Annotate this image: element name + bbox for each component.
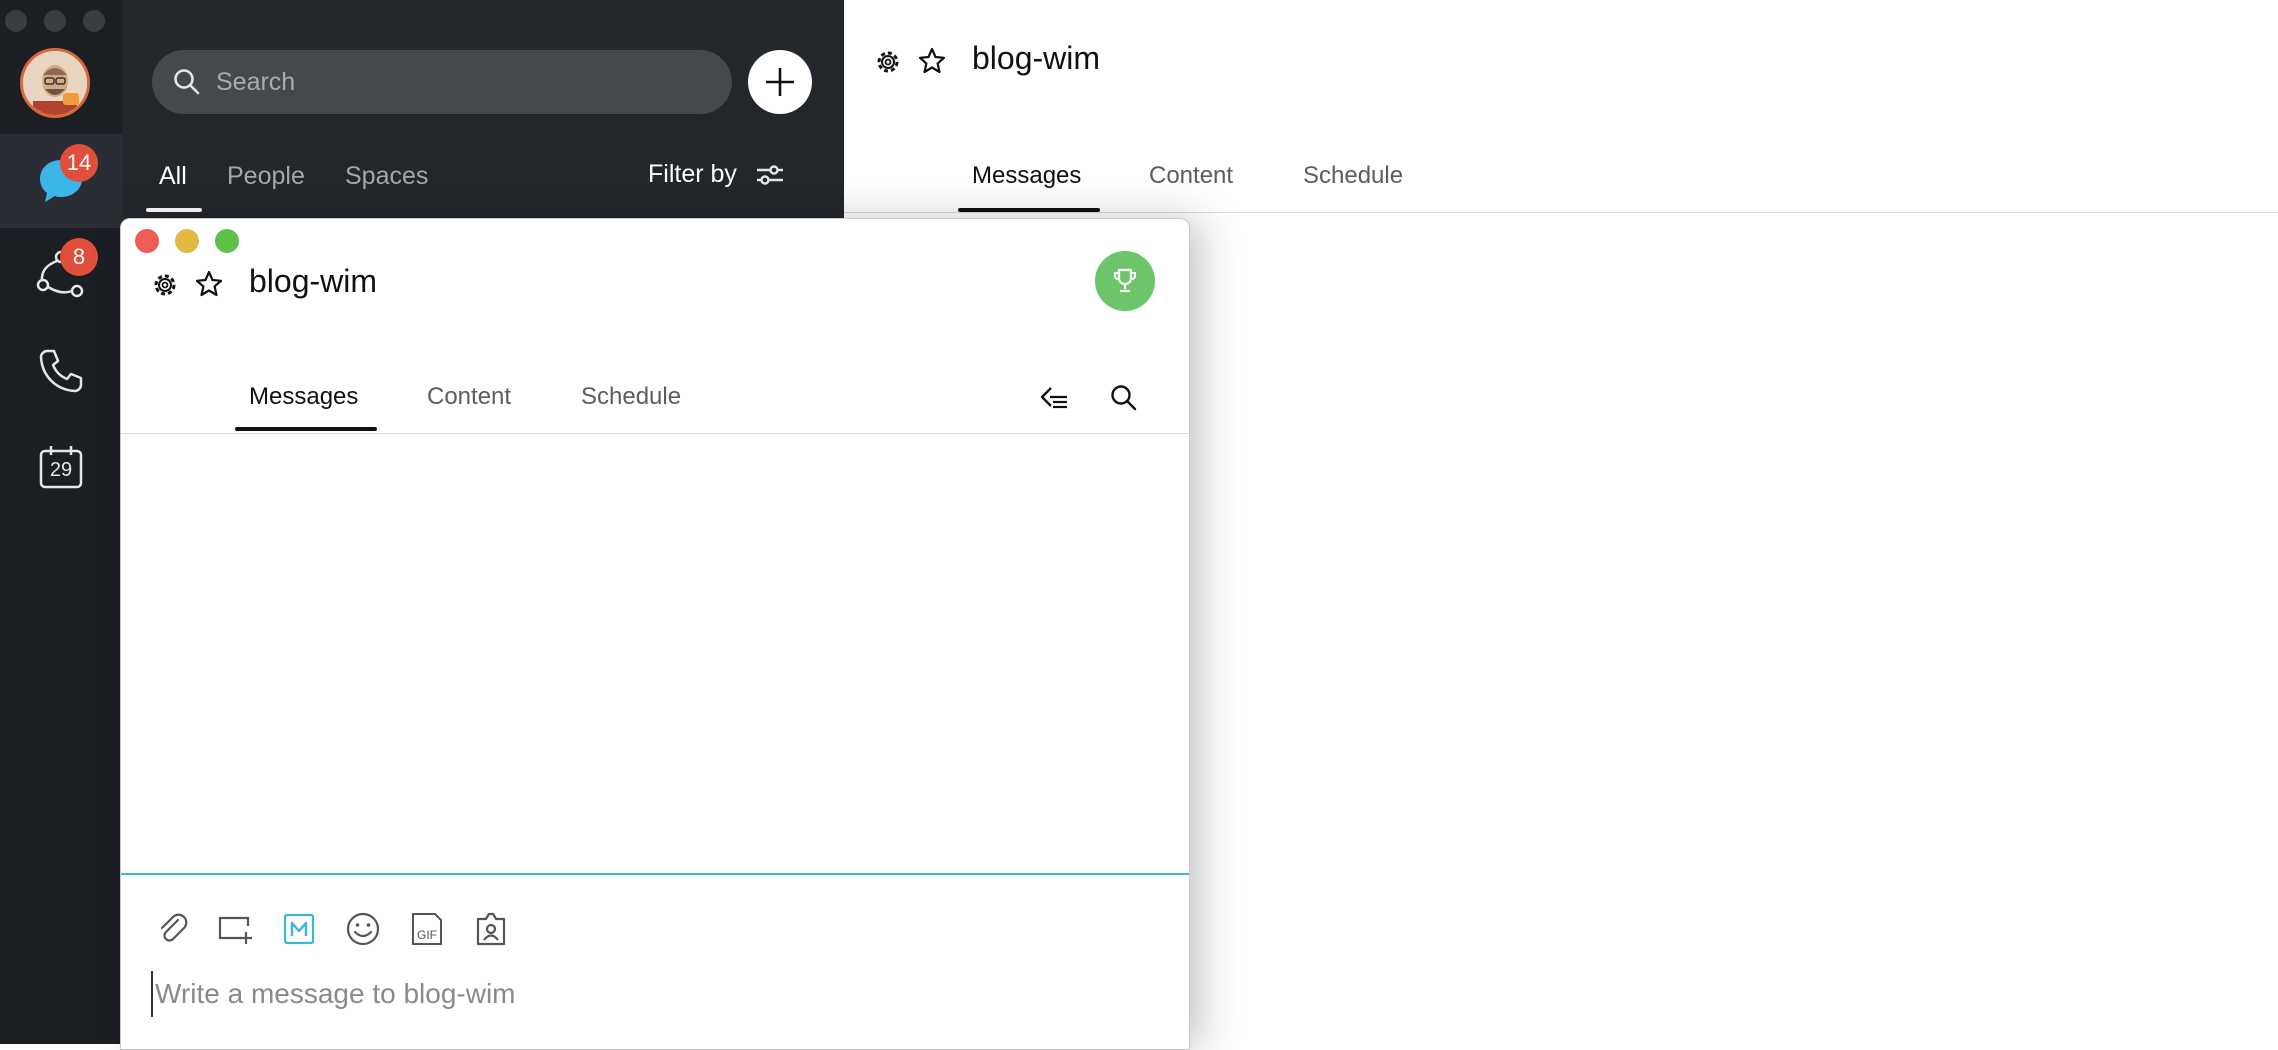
attach-icon	[160, 913, 188, 942]
rail-item-teams[interactable]: 8	[0, 228, 122, 322]
composer-divider	[121, 873, 1189, 875]
search-icon	[174, 69, 200, 95]
trophy-button[interactable]	[1095, 251, 1155, 311]
window-close-button[interactable]	[135, 229, 159, 253]
filter-by-label: Filter by	[648, 160, 737, 188]
teams-badge: 8	[60, 238, 98, 276]
rail-item-messaging[interactable]: 14	[0, 134, 122, 228]
tab-schedule[interactable]: Schedule	[1303, 162, 1403, 190]
plus-icon	[766, 68, 794, 96]
window-minimize-button-dimmed[interactable]	[44, 10, 66, 32]
popout-tab-active-indicator	[235, 427, 377, 431]
filter-tab-spaces[interactable]: Spaces	[345, 162, 428, 191]
tab-content[interactable]: Content	[1149, 162, 1233, 190]
add-button[interactable]	[748, 50, 812, 114]
trophy-icon	[1114, 268, 1136, 293]
mention-button[interactable]	[471, 909, 511, 949]
star-icon[interactable]	[918, 47, 946, 75]
tab-messages[interactable]: Messages	[972, 162, 1081, 190]
avatar-image	[23, 51, 87, 115]
window-minimize-button[interactable]	[175, 229, 199, 253]
popout-space-window: blog-wim Messages Content Schedule GIF W…	[120, 218, 1190, 1050]
gear-icon[interactable]	[874, 48, 902, 76]
markdown-icon	[283, 913, 315, 945]
rail-item-calling[interactable]	[0, 324, 122, 418]
filter-tab-active-indicator	[146, 208, 202, 212]
space-title: blog-wim	[972, 40, 1101, 76]
filter-by-button[interactable]: Filter by	[648, 160, 785, 189]
rail-item-meetings[interactable]: 29	[0, 420, 122, 514]
navigation-rail: 14 8 29	[0, 0, 122, 1044]
window-maximize-button-dimmed[interactable]	[83, 10, 105, 32]
filter-sliders-icon	[756, 164, 783, 185]
calendar-icon: 29	[39, 445, 83, 489]
emoji-icon	[346, 912, 380, 946]
search-icon[interactable]	[1109, 383, 1139, 413]
window-maximize-button[interactable]	[215, 229, 239, 253]
threads-icon[interactable]	[1039, 383, 1071, 413]
popout-tab-messages[interactable]: Messages	[249, 383, 358, 411]
tab-divider	[844, 212, 2278, 213]
popout-tab-content[interactable]: Content	[427, 383, 511, 411]
mention-icon	[476, 912, 506, 946]
phone-icon	[39, 349, 83, 393]
emoji-button[interactable]	[343, 909, 383, 949]
gif-button[interactable]: GIF	[407, 909, 447, 949]
markdown-button[interactable]	[279, 909, 319, 949]
avatar[interactable]	[20, 48, 90, 118]
search-input[interactable]	[214, 66, 718, 98]
star-icon[interactable]	[195, 270, 223, 298]
unread-messages-badge: 14	[60, 144, 98, 182]
popout-space-title: blog-wim	[249, 263, 378, 299]
filter-tab-people[interactable]: People	[227, 162, 305, 191]
popout-tab-divider	[121, 433, 1189, 434]
gif-icon: GIF	[412, 913, 442, 945]
share-screen-icon	[218, 916, 252, 944]
share-screen-button[interactable]	[215, 909, 255, 949]
search-bar[interactable]	[152, 50, 732, 114]
calendar-day: 29	[49, 459, 73, 481]
message-area[interactable]	[121, 435, 1189, 873]
window-close-button-dimmed[interactable]	[5, 10, 27, 32]
svg-text:GIF: GIF	[417, 928, 437, 942]
compose-input[interactable]	[151, 971, 1157, 1017]
filter-tab-all[interactable]: All	[159, 162, 187, 191]
popout-tab-schedule[interactable]: Schedule	[581, 383, 681, 411]
gear-icon[interactable]	[151, 271, 179, 299]
attach-button[interactable]	[153, 909, 193, 949]
